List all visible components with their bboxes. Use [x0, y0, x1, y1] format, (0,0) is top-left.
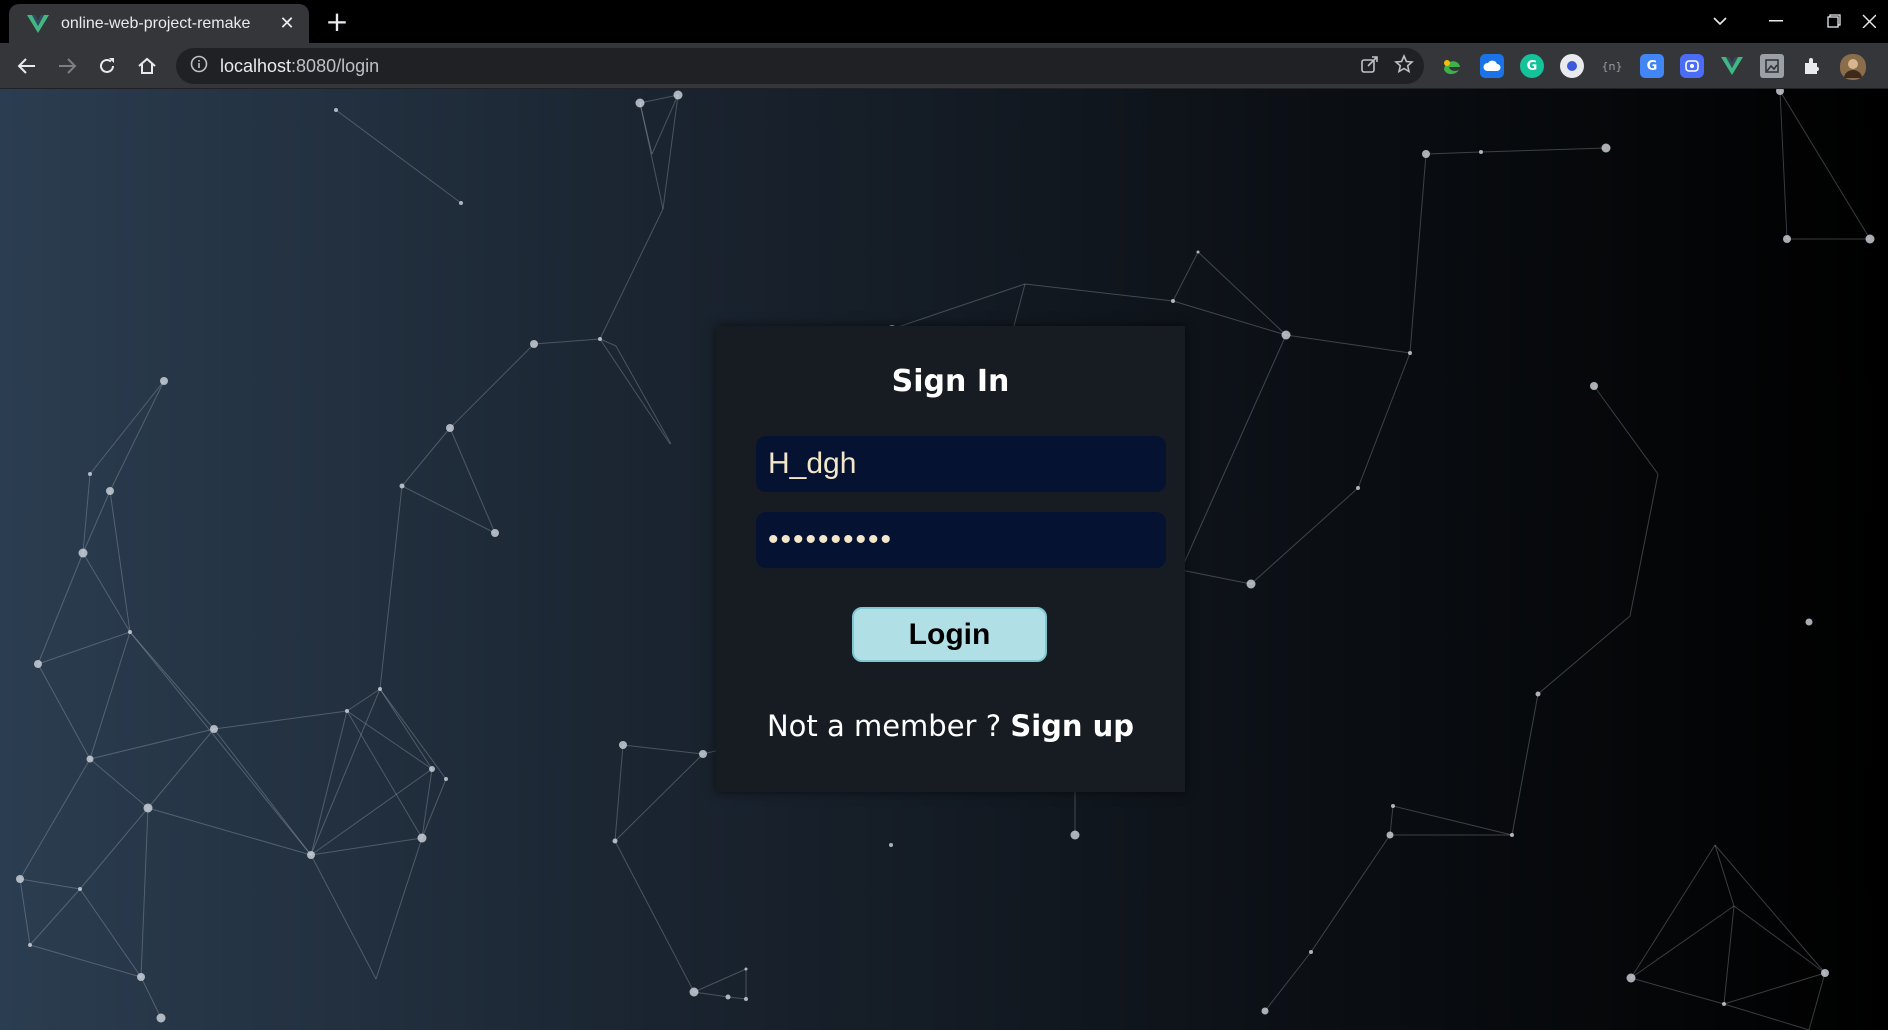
site-info-icon[interactable]	[190, 55, 208, 77]
sign-in-heading: Sign In	[891, 364, 1010, 399]
password-input[interactable]	[756, 512, 1166, 568]
forward-arrow-icon[interactable]	[52, 51, 82, 81]
vue-devtools-icon[interactable]	[1720, 54, 1744, 78]
bookmark-star-icon[interactable]	[1394, 53, 1414, 78]
url-path: :8080/login	[291, 55, 380, 76]
signup-link[interactable]: Sign up	[1010, 709, 1134, 743]
browser-tab[interactable]: online-web-project-remake ✕	[9, 4, 309, 43]
vue-logo-icon	[25, 11, 51, 37]
url-host: localhost	[220, 55, 292, 76]
login-button[interactable]: Login	[852, 607, 1047, 662]
profile-avatar[interactable]	[1840, 54, 1866, 80]
tab-title: online-web-project-remake	[61, 14, 251, 32]
bracket-ext-icon[interactable]: {n}	[1600, 54, 1624, 78]
home-icon[interactable]	[132, 51, 162, 81]
translate-icon[interactable]: G	[1640, 54, 1664, 78]
signup-prompt-text: Not a member ?	[766, 709, 1011, 743]
new-tab-button[interactable]: +	[322, 8, 352, 38]
address-bar[interactable]: localhost:8080/login	[176, 48, 1424, 84]
image-ext-icon[interactable]	[1760, 54, 1784, 78]
tab-search-chevron-icon[interactable]	[1700, 6, 1740, 36]
url-text: localhost:8080/login	[220, 56, 379, 77]
username-input[interactable]	[756, 436, 1166, 492]
close-tab-icon[interactable]: ✕	[277, 13, 297, 34]
edge-icon[interactable]	[1440, 54, 1464, 78]
reload-icon[interactable]	[92, 51, 122, 81]
restore-window-button[interactable]	[1814, 6, 1854, 36]
browser-toolbar: localhost:8080/login G {n} G	[0, 43, 1888, 89]
browser-tab-bar: online-web-project-remake ✕ +	[0, 0, 1888, 43]
screen-ext-icon[interactable]	[1680, 54, 1704, 78]
back-arrow-icon[interactable]	[12, 51, 42, 81]
share-icon[interactable]	[1360, 54, 1380, 78]
grammarly-icon[interactable]: G	[1520, 54, 1544, 78]
login-page: Sign In Login Not a member ? Sign up	[0, 89, 1888, 1030]
cloud-icon[interactable]	[1480, 54, 1504, 78]
signup-prompt: Not a member ? Sign up	[716, 709, 1185, 743]
close-window-button[interactable]	[1862, 6, 1888, 36]
login-card: Sign In Login Not a member ? Sign up	[716, 326, 1185, 792]
puzzle-icon[interactable]	[1800, 54, 1824, 78]
circle-ext-icon[interactable]	[1560, 54, 1584, 78]
minimize-window-button[interactable]	[1756, 6, 1796, 36]
